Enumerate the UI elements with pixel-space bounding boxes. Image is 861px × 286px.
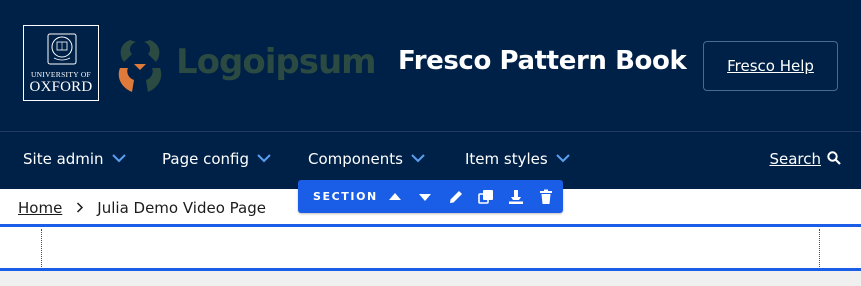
oxford-name: OXFORD xyxy=(29,79,93,95)
nav-item-styles[interactable]: Item styles xyxy=(465,150,570,168)
breadcrumb-current: Julia Demo Video Page xyxy=(97,199,266,217)
nav-page-config-label: Page config xyxy=(162,150,249,168)
breadcrumb-home-link[interactable]: Home xyxy=(18,199,62,217)
chevron-down-icon xyxy=(555,154,570,163)
search-label: Search xyxy=(769,150,821,168)
move-down-icon[interactable] xyxy=(416,188,434,206)
search-link[interactable]: Search xyxy=(769,150,841,168)
chevron-down-icon xyxy=(111,154,126,163)
nav-site-admin-label: Site admin xyxy=(23,150,104,168)
edit-icon[interactable] xyxy=(447,188,465,206)
fresco-help-button[interactable]: Fresco Help xyxy=(703,41,838,91)
breadcrumb: Home Julia Demo Video Page xyxy=(18,199,266,217)
chevron-down-icon xyxy=(411,154,425,163)
section-outline-top xyxy=(0,224,861,227)
nav-components-label: Components xyxy=(308,150,403,168)
logoipsum-logo-text: Logoipsum xyxy=(176,42,377,82)
search-icon xyxy=(827,151,841,165)
nav-components[interactable]: Components xyxy=(308,150,425,168)
chevron-down-icon xyxy=(257,154,271,163)
move-up-icon[interactable] xyxy=(386,188,404,206)
site-title[interactable]: Fresco Pattern Book xyxy=(398,46,687,76)
save-icon[interactable] xyxy=(507,188,525,206)
site-header: UNIVERSITY OF OXFORD Logoipsum Fresco Pa… xyxy=(0,0,861,132)
nav-page-config[interactable]: Page config xyxy=(162,150,271,168)
chevron-right-icon xyxy=(76,199,84,217)
page-body-background xyxy=(0,271,861,286)
section-boundary-right xyxy=(819,229,820,267)
oxford-logo[interactable]: UNIVERSITY OF OXFORD xyxy=(23,25,99,101)
duplicate-icon[interactable] xyxy=(477,188,495,206)
section-toolbar: SECTION xyxy=(298,180,563,213)
logoipsum-mark-icon xyxy=(118,40,162,92)
section-boundary-left xyxy=(41,229,42,267)
oxford-university-of: UNIVERSITY OF xyxy=(30,70,92,79)
nav-item-styles-label: Item styles xyxy=(465,150,548,168)
nav-site-admin[interactable]: Site admin xyxy=(23,150,126,168)
section-toolbar-label: SECTION xyxy=(313,190,378,203)
oxford-crest-icon xyxy=(47,33,77,65)
delete-icon[interactable] xyxy=(537,188,555,206)
